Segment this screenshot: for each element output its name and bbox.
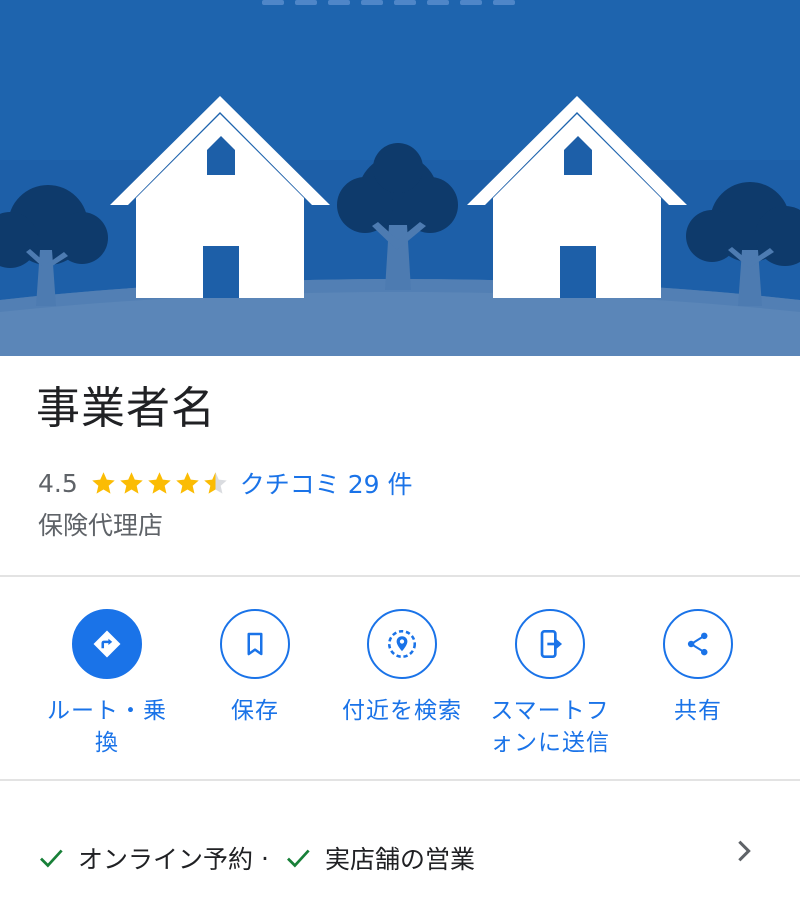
online-booking-label: オンライン予約 <box>78 845 254 874</box>
bookmark-icon <box>220 609 290 679</box>
star-icon <box>176 471 199 494</box>
business-category: 保険代理店 <box>38 511 164 540</box>
divider <box>0 779 800 781</box>
rating-row: 4.5 クチコミ 29 件 <box>38 466 412 500</box>
nearby-search-button[interactable]: 付近を検索 <box>327 609 477 727</box>
star-icon <box>120 471 143 494</box>
send-to-phone-label: スマートフ ォンに送信 <box>490 698 610 756</box>
send-to-phone-button[interactable]: スマートフ ォンに送信 <box>475 609 625 759</box>
star-icon <box>204 471 227 494</box>
nearby-search-label: 付近を検索 <box>342 698 462 724</box>
share-icon <box>663 609 733 679</box>
check-icon <box>286 849 310 868</box>
share-label: 共有 <box>674 698 722 724</box>
rating-value: 4.5 <box>38 468 78 498</box>
nearby-search-icon <box>367 609 437 679</box>
save-button[interactable]: 保存 <box>180 609 330 727</box>
chevron-right-icon[interactable] <box>730 836 758 866</box>
star-icon <box>92 471 115 494</box>
save-label: 保存 <box>231 698 279 724</box>
star-rating <box>90 470 230 497</box>
star-icon <box>148 471 171 494</box>
cover-image <box>0 0 800 356</box>
in-store-label: 実店舗の営業 <box>324 845 475 874</box>
send-to-phone-icon <box>515 609 585 679</box>
directions-icon <box>72 609 142 679</box>
check-icon <box>40 849 63 868</box>
divider <box>0 575 800 577</box>
share-button[interactable]: 共有 <box>623 609 773 727</box>
directions-label: ルート・乗 換 <box>47 698 167 756</box>
directions-button[interactable]: ルート・乗 換 <box>32 609 182 759</box>
separator: · <box>261 843 269 873</box>
reviews-link[interactable]: クチコミ 29 件 <box>240 465 413 501</box>
business-name: 事業者名 <box>36 383 216 434</box>
service-options[interactable]: オンライン予約 · 実店舗の営業 <box>36 836 736 880</box>
